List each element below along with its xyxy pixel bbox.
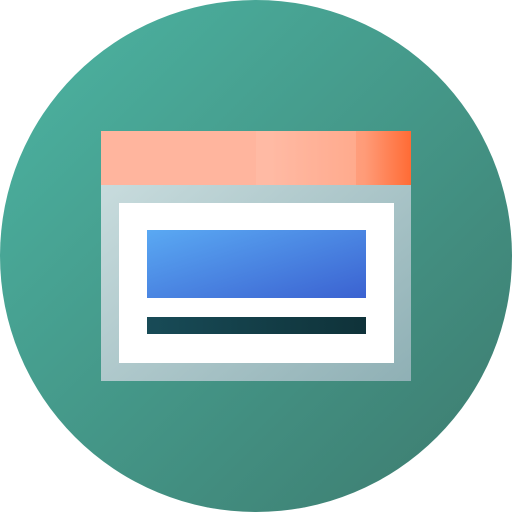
window-titlebar bbox=[101, 131, 411, 185]
browser-window bbox=[101, 131, 411, 381]
titlebar-tab bbox=[256, 131, 356, 185]
app-icon bbox=[0, 0, 512, 512]
content-banner bbox=[147, 230, 366, 298]
content-text-line bbox=[147, 317, 366, 334]
browser-window-icon bbox=[0, 0, 512, 512]
